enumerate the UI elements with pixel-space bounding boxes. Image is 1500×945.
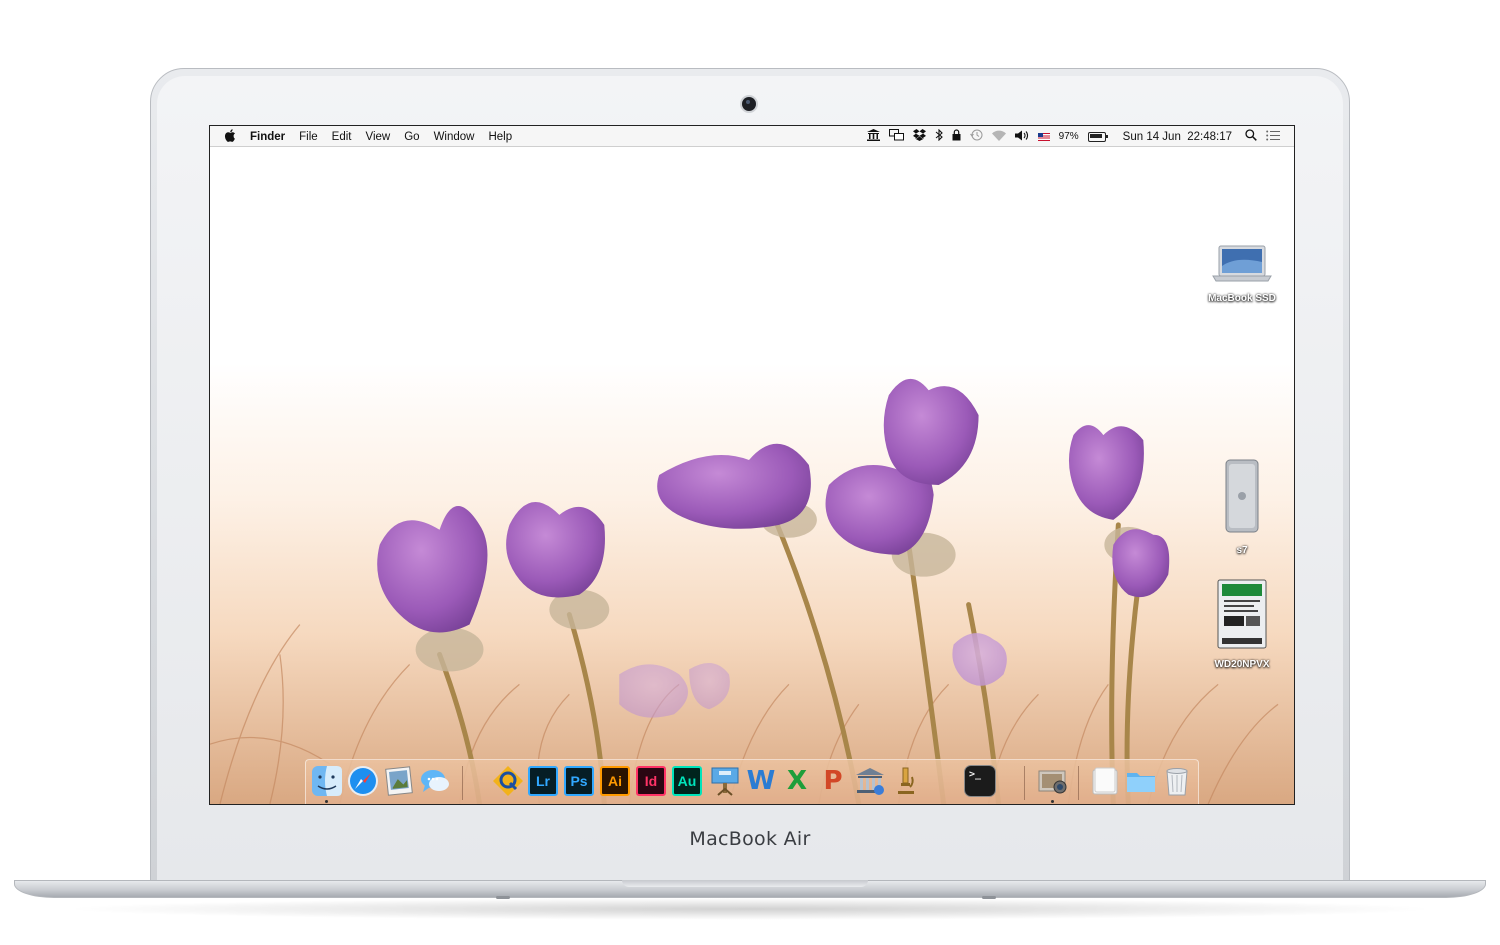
dock-powerpoint[interactable]: P (817, 765, 849, 797)
volume-icon[interactable] (1014, 130, 1029, 144)
dock-image-capture[interactable] (1037, 765, 1069, 797)
desktop-icon-macbook-ssd[interactable]: MacBook SSD (1197, 244, 1287, 304)
finder-icon (312, 766, 342, 796)
running-indicator (325, 800, 328, 803)
menu-go[interactable]: Go (404, 131, 419, 143)
dock-finder[interactable] (311, 765, 343, 797)
external-drive-icon (1225, 459, 1259, 533)
word-icon: W (746, 766, 776, 796)
hard-disk-icon (1217, 579, 1267, 649)
menubar-clock[interactable]: Sun 14 Jun 22:48:17 (1123, 131, 1232, 143)
desktop-icon-wd20npvx[interactable]: WD20NPVX (1197, 578, 1287, 670)
battery-icon[interactable] (1087, 131, 1108, 142)
menu-edit[interactable]: Edit (332, 131, 352, 143)
bank-icon[interactable] (866, 129, 880, 144)
folder-icon (1127, 773, 1155, 792)
bluetooth-icon[interactable] (935, 128, 943, 144)
preview-icon (385, 766, 413, 796)
dock-terminal[interactable]: >_ (964, 765, 996, 797)
notification-center-icon[interactable] (1266, 130, 1280, 144)
dock-indesign[interactable]: Id (636, 766, 666, 796)
menu-app-name[interactable]: Finder (250, 131, 285, 143)
menu-file[interactable]: File (299, 131, 318, 143)
desktop-icon-label: s7 (1236, 545, 1248, 556)
lightroom-icon: Lr (536, 773, 550, 789)
trash-icon (1166, 768, 1188, 796)
image-capture-icon (1038, 770, 1067, 794)
powerpoint-icon: P (823, 766, 843, 796)
dock-separator (1078, 766, 1079, 800)
terminal-icon: >_ (969, 769, 982, 780)
screen: Finder File Edit View Go Window Help 97%… (209, 125, 1295, 805)
desktop-icon-s7[interactable]: s7 (1197, 458, 1287, 556)
wifi-icon[interactable] (991, 130, 1006, 144)
excel-icon: X (786, 766, 808, 796)
dropbox-icon[interactable] (912, 129, 926, 144)
desktop-icon-label: MacBook SSD (1208, 293, 1276, 304)
menu-help[interactable]: Help (488, 131, 512, 143)
q-app-icon (493, 766, 523, 796)
dock-folder[interactable] (1125, 765, 1157, 797)
menu-window[interactable]: Window (434, 131, 475, 143)
keynote-icon (711, 767, 739, 796)
dock-safari[interactable] (347, 765, 379, 797)
laptop-foot (496, 896, 510, 899)
lock-icon[interactable] (952, 129, 961, 144)
menu-bar: Finder File Edit View Go Window Help 97%… (210, 126, 1294, 147)
dock-illustrator[interactable]: Ai (600, 766, 630, 796)
desktop-wallpaper (210, 126, 1294, 804)
desktop-icon-label: WD20NPVX (1214, 659, 1270, 670)
battery-percent[interactable]: 97% (1059, 131, 1079, 142)
dock-word[interactable]: W (745, 765, 777, 797)
menu-view[interactable]: View (366, 131, 391, 143)
dock-photoshop[interactable]: Ps (564, 766, 594, 796)
lid-opening-notch (622, 880, 868, 887)
camera-icon (742, 97, 756, 111)
display-icon[interactable] (888, 129, 904, 144)
dock-separator (1024, 766, 1025, 800)
photoshop-icon: Ps (570, 773, 588, 789)
dock-lightroom[interactable]: Lr (528, 766, 558, 796)
laptop-drive-icon (1212, 245, 1272, 282)
dock-excel[interactable]: X (781, 765, 813, 797)
dock-microscope[interactable] (890, 765, 922, 797)
dock-messages[interactable] (419, 765, 451, 797)
running-indicator (1051, 800, 1054, 803)
dock-trash[interactable] (1161, 765, 1193, 797)
dock: Lr Ps Ai Id Au W X P >_ (305, 759, 1199, 804)
us-flag-icon[interactable] (1037, 132, 1050, 141)
spotlight-icon[interactable] (1245, 129, 1257, 144)
laptop-foot (982, 896, 996, 899)
dock-audition[interactable]: Au (672, 766, 702, 796)
safari-icon (348, 766, 378, 796)
documents-stack-icon (1092, 767, 1118, 795)
dock-separator (462, 766, 463, 800)
time-machine-icon[interactable] (969, 129, 983, 144)
audition-icon: Au (677, 773, 697, 789)
dock-q-app[interactable] (492, 765, 524, 797)
indesign-icon: Id (644, 773, 658, 789)
microscope-icon (898, 767, 914, 794)
messages-icon (421, 770, 449, 792)
laptop-shadow (60, 898, 1440, 920)
illustrator-icon: Ai (608, 773, 622, 789)
brand-label: MacBook Air (689, 828, 811, 850)
dock-preview[interactable] (383, 765, 415, 797)
dock-documents-stack[interactable] (1089, 765, 1121, 797)
bank-app-icon (856, 768, 884, 795)
dock-keynote[interactable] (709, 765, 741, 797)
apple-menu-icon[interactable] (224, 129, 236, 144)
dock-bank-app[interactable] (854, 765, 886, 797)
